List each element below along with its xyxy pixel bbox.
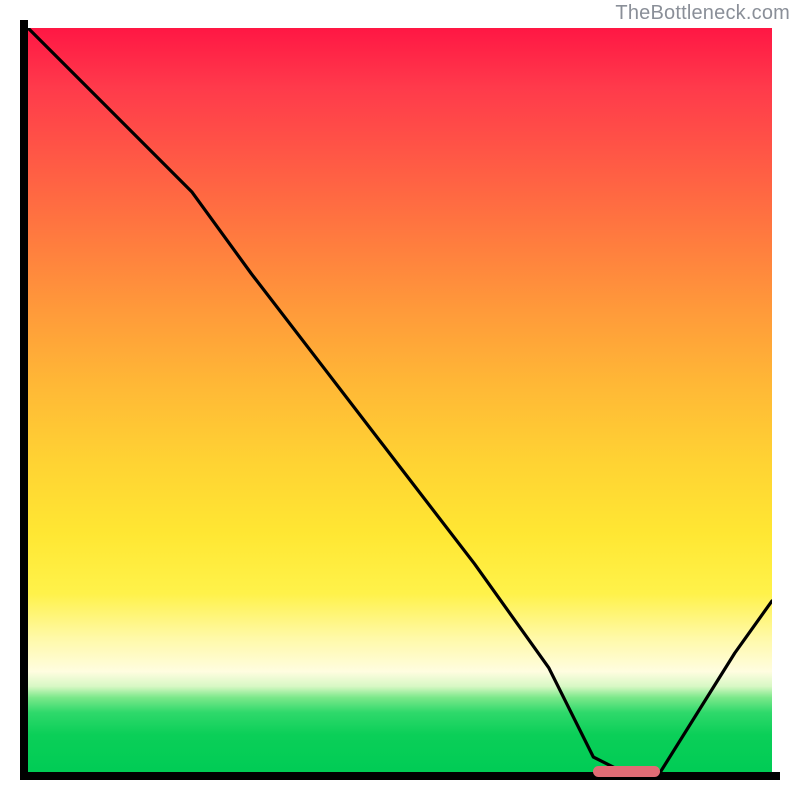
optimal-range-marker xyxy=(593,766,660,777)
y-axis xyxy=(20,20,28,780)
plot-area xyxy=(28,28,772,772)
bottleneck-curve xyxy=(28,28,772,772)
watermark-text: TheBottleneck.com xyxy=(615,2,790,25)
curve-svg xyxy=(28,28,772,772)
chart-frame: TheBottleneck.com xyxy=(0,0,800,800)
x-axis xyxy=(20,772,780,780)
